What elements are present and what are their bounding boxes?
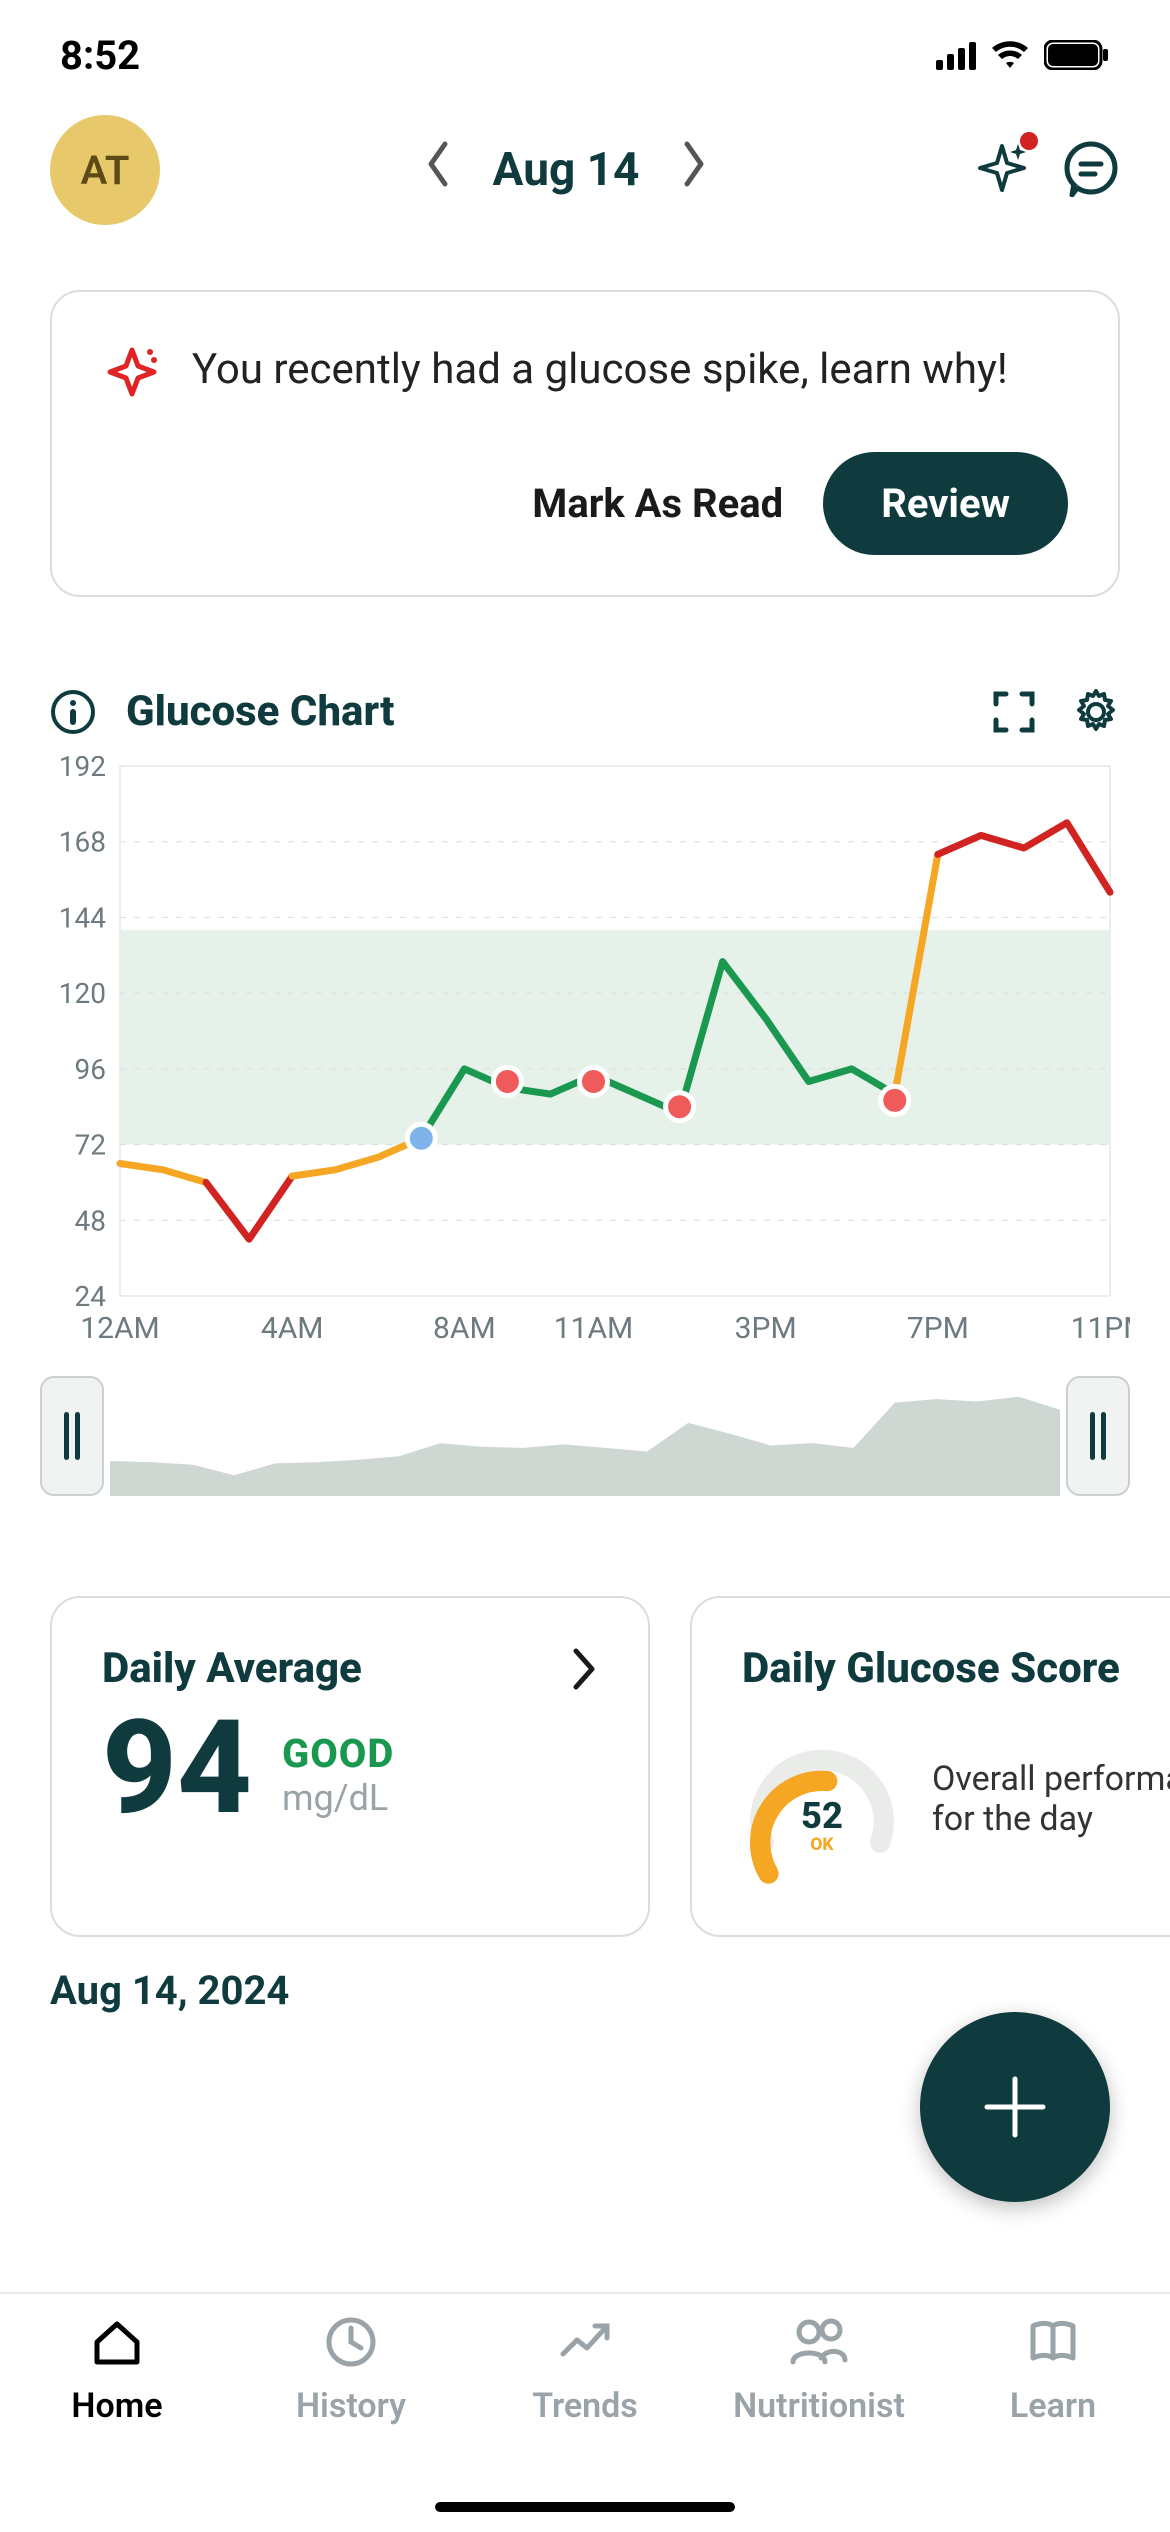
svg-text:24: 24: [75, 1280, 107, 1313]
glucose-chart-title: Glucose Chart: [126, 687, 394, 736]
alert-card: You recently had a glucose spike, learn …: [50, 290, 1120, 597]
svg-text:11AM: 11AM: [554, 1311, 633, 1346]
chat-button[interactable]: [1062, 139, 1120, 201]
tab-history[interactable]: History: [234, 2314, 468, 2492]
alert-message: You recently had a glucose spike, learn …: [192, 342, 1008, 399]
daily-glucose-score-desc: Overall performance for the day: [932, 1759, 1170, 1839]
daily-average-card[interactable]: Daily Average 94 GOOD mg/dL: [50, 1596, 650, 1937]
svg-text:192: 192: [59, 756, 106, 783]
svg-text:52: 52: [801, 1794, 843, 1837]
glucose-chart[interactable]: 24 48 72 96 120 144 168 192 12AM 4AM 8AM 11AM 3PM 7PM…: [40, 756, 1130, 1356]
tab-home[interactable]: Home: [0, 2314, 234, 2492]
insights-button[interactable]: [972, 138, 1032, 202]
book-icon: [1025, 2314, 1081, 2370]
score-gauge-icon: 52 OK: [742, 1709, 902, 1889]
review-button[interactable]: Review: [823, 452, 1068, 555]
svg-text:4AM: 4AM: [261, 1311, 324, 1346]
svg-text:48: 48: [75, 1204, 106, 1237]
notification-dot: [1020, 132, 1038, 150]
bottom-nav: Home History Trends Nutritionist Learn: [0, 2292, 1170, 2532]
expand-icon[interactable]: [992, 690, 1036, 734]
svg-text:8AM: 8AM: [433, 1311, 496, 1346]
info-icon[interactable]: [50, 689, 96, 735]
svg-text:11PM: 11PM: [1071, 1311, 1130, 1346]
trends-icon: [557, 2314, 613, 2370]
home-icon: [89, 2314, 145, 2370]
tab-nutritionist[interactable]: Nutritionist: [702, 2314, 936, 2492]
plus-icon: [975, 2067, 1055, 2147]
svg-text:7PM: 7PM: [907, 1311, 969, 1346]
svg-text:144: 144: [59, 901, 106, 934]
svg-text:120: 120: [59, 977, 106, 1010]
next-day-button[interactable]: [679, 139, 709, 202]
tab-home-label: Home: [71, 2386, 162, 2426]
gear-icon[interactable]: [1072, 688, 1120, 736]
clock-icon: [323, 2314, 379, 2370]
svg-text:96: 96: [75, 1053, 106, 1086]
chat-icon: [1062, 139, 1120, 197]
tab-trends-label: Trends: [532, 2386, 638, 2426]
add-fab[interactable]: [920, 2012, 1110, 2202]
people-icon: [787, 2314, 851, 2370]
tab-learn-label: Learn: [1010, 2386, 1096, 2426]
home-indicator: [435, 2502, 735, 2512]
tab-nutritionist-label: Nutritionist: [733, 2386, 905, 2426]
daily-glucose-score-card[interactable]: Daily Glucose Score 52 OK Overall perfor…: [690, 1596, 1170, 1937]
mark-as-read-button[interactable]: Mark As Read: [532, 480, 783, 527]
svg-text:3PM: 3PM: [735, 1311, 797, 1346]
status-time: 8:52: [60, 32, 140, 79]
avatar-initials: AT: [81, 147, 130, 194]
svg-text:12AM: 12AM: [80, 1311, 159, 1346]
svg-text:72: 72: [75, 1129, 106, 1162]
chevron-right-icon: [572, 1647, 598, 1691]
spike-sparkle-icon: [102, 342, 162, 402]
scrubber-handle-left[interactable]: [40, 1376, 104, 1496]
daily-glucose-score-title: Daily Glucose Score: [742, 1644, 1120, 1693]
daily-average-unit: mg/dL: [282, 1777, 394, 1819]
page-date: Aug 14, 2024: [50, 1967, 1170, 2014]
battery-icon: [1044, 40, 1110, 70]
date-label[interactable]: Aug 14: [493, 143, 640, 197]
scrubber-handle-right[interactable]: [1066, 1376, 1130, 1496]
status-icons: [936, 40, 1110, 70]
avatar[interactable]: AT: [50, 115, 160, 225]
cellular-icon: [936, 40, 976, 70]
svg-text:168: 168: [59, 826, 106, 859]
chart-scrubber[interactable]: [40, 1376, 1130, 1496]
daily-average-rating: GOOD: [282, 1730, 394, 1777]
wifi-icon: [990, 40, 1030, 70]
tab-history-label: History: [296, 2386, 406, 2426]
prev-day-button[interactable]: [423, 139, 453, 202]
tab-learn[interactable]: Learn: [936, 2314, 1170, 2492]
daily-average-value: 94: [102, 1703, 252, 1833]
tab-trends[interactable]: Trends: [468, 2314, 702, 2492]
daily-average-title: Daily Average: [102, 1644, 362, 1693]
svg-text:OK: OK: [810, 1835, 834, 1855]
